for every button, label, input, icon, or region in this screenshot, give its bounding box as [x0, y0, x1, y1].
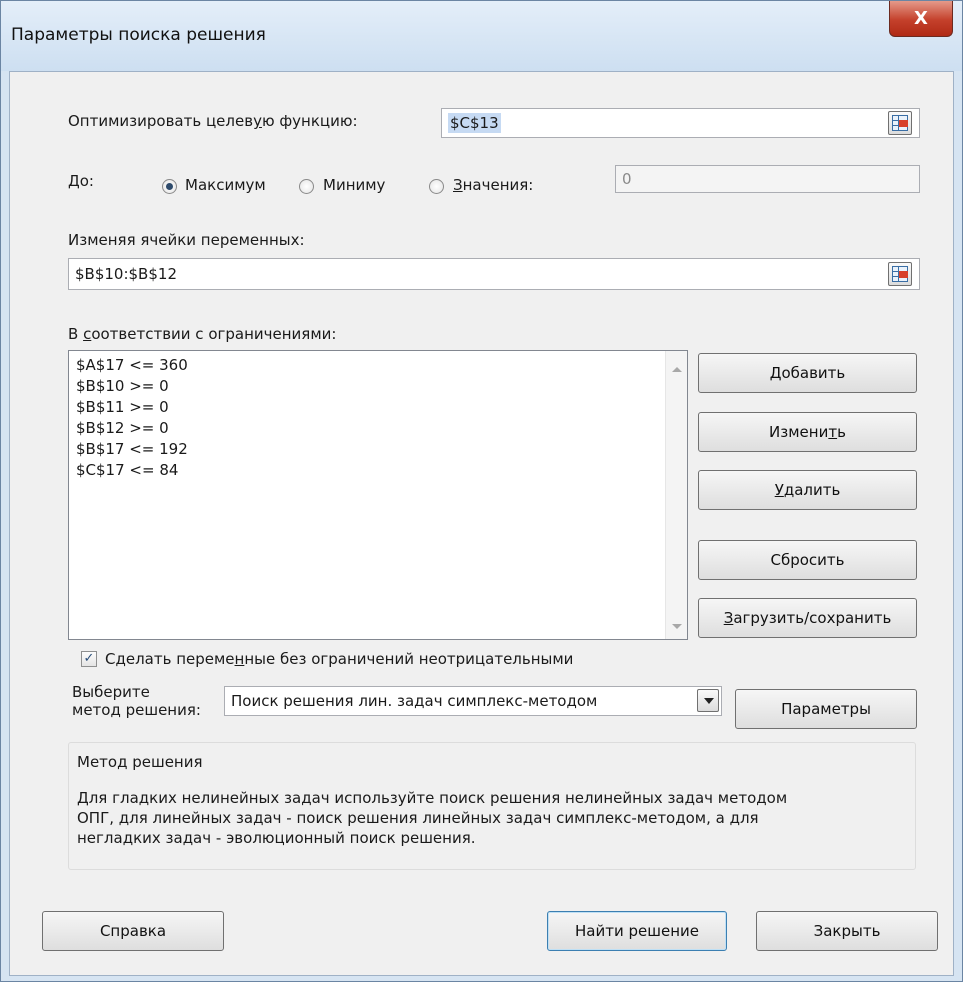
constraint-item[interactable]: $B$12 >= 0 [76, 419, 169, 437]
constraint-item[interactable]: $B$11 >= 0 [76, 398, 169, 416]
method-description-line: Для гладких нелинейных задач используйте… [77, 789, 788, 807]
constraint-item[interactable]: $B$17 <= 192 [76, 440, 188, 458]
variables-label: Изменяя ячейки переменных: [68, 231, 305, 249]
window-title: Параметры поиска решения [11, 25, 266, 45]
variables-value: $B$10:$B$12 [75, 265, 177, 283]
method-label: Выберите метод решения: [72, 683, 201, 719]
method-group-title: Метод решения [77, 753, 203, 771]
constraints-list[interactable]: $A$17 <= 360 $B$10 >= 0 $B$11 >= 0 $B$12… [68, 350, 688, 640]
close-window-button[interactable]: X [889, 1, 953, 37]
nonnegative-checkbox[interactable]: ✓ [81, 651, 97, 667]
constraints-scrollbar[interactable] [665, 351, 687, 639]
method-description-line: негладких задач - эволюционный поиск реш… [77, 829, 476, 847]
dialog-body: Оптимизировать целевую функцию: $C$13 До… [9, 71, 954, 976]
objective-value: $C$13 [448, 113, 501, 133]
close-button[interactable]: Закрыть [756, 911, 938, 951]
variables-ref-button[interactable] [888, 262, 912, 286]
change-button[interactable]: Измени т ь [698, 412, 917, 452]
options-button[interactable]: Параметры [735, 689, 917, 729]
method-select[interactable]: Поиск решения лин. задач симплекс-методо… [224, 686, 722, 716]
variables-input[interactable]: $B$10:$B$12 [68, 258, 920, 290]
constraint-item[interactable]: $A$17 <= 360 [76, 356, 188, 374]
help-button[interactable]: Справка [42, 911, 224, 951]
scroll-down-icon[interactable] [672, 624, 682, 629]
objective-input[interactable]: $C$13 [441, 108, 920, 138]
radio-max[interactable] [162, 179, 177, 194]
load-save-button[interactable]: Загрузить/сохранить [698, 598, 917, 638]
solve-button[interactable]: Найти решение [547, 911, 727, 951]
collapse-arrow-icon [899, 271, 908, 278]
radio-max-label: Максимум [185, 176, 266, 194]
method-description-group: Метод решения Для гладких нелинейных зад… [68, 742, 916, 870]
constraint-item[interactable]: $B$10 >= 0 [76, 377, 169, 395]
title-bar[interactable]: Параметры поиска решения X [1, 1, 962, 71]
chevron-down-icon[interactable] [697, 689, 719, 712]
collapse-arrow-icon [899, 120, 908, 127]
delete-button[interactable]: Удалить [698, 470, 917, 510]
method-description-line: ОПГ, для линейных задач - поиск решения … [77, 809, 759, 827]
to-label: До: [68, 172, 94, 190]
radio-min[interactable] [299, 179, 314, 194]
value-of-input[interactable]: 0 [615, 165, 920, 193]
objective-ref-button[interactable] [888, 111, 912, 135]
radio-min-label: Миниму [323, 176, 386, 194]
radio-value-of-label: Значения: [453, 176, 534, 194]
objective-label: Оптимизировать целевую функцию: [68, 112, 358, 130]
method-selected-value: Поиск решения лин. задач симплекс-методо… [231, 692, 598, 710]
solver-dialog: Параметры поиска решения X Оптимизироват… [0, 0, 963, 982]
reset-button[interactable]: Сбросить [698, 540, 917, 580]
constraint-item[interactable]: $C$17 <= 84 [76, 461, 178, 479]
scroll-up-icon[interactable] [672, 367, 682, 372]
constraints-label: В соответствии с ограничениями: [68, 325, 337, 343]
add-button[interactable]: Добавить [698, 353, 917, 393]
radio-value-of[interactable] [429, 179, 444, 194]
nonnegative-label: Сделать переменные без ограничений неотр… [105, 650, 574, 668]
